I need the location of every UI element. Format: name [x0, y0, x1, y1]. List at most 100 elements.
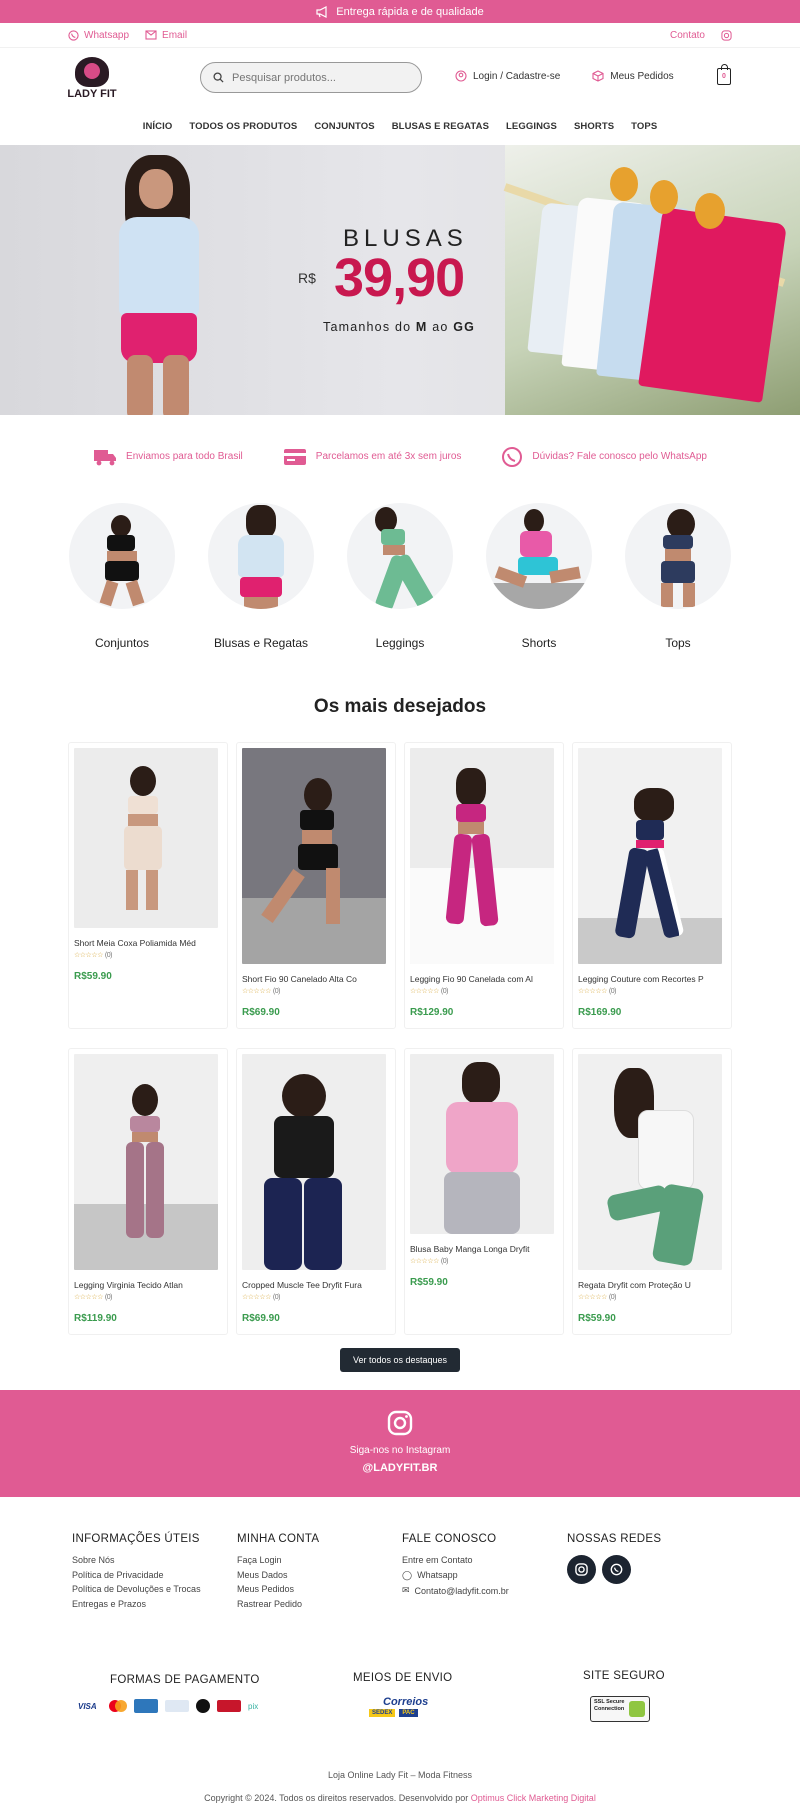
- product-grid-row-2: Legging Virginia Tecido Atlan ☆☆☆☆☆ (0) R…: [68, 1048, 732, 1335]
- product-price: R$59.90: [578, 1313, 616, 1324]
- search-input[interactable]: [232, 71, 402, 84]
- product-card[interactable]: Legging Virginia Tecido Atlan ☆☆☆☆☆ (0) R…: [68, 1048, 228, 1335]
- feature-shipping-text: Enviamos para todo Brasil: [126, 451, 243, 462]
- main-nav: INÍCIO TODOS OS PRODUTOS CONJUNTOS BLUSA…: [0, 108, 800, 145]
- whatsapp-icon: [502, 446, 523, 467]
- hero-price: 39,90: [334, 248, 465, 308]
- whatsapp-icon: ◯: [402, 1569, 413, 1580]
- product-card[interactable]: Regata Dryfit com Proteção U ☆☆☆☆☆ (0) R$…: [572, 1048, 732, 1335]
- footer-link[interactable]: Política de Devoluções e Trocas: [72, 1584, 237, 1594]
- product-name[interactable]: Legging Virginia Tecido Atlan: [74, 1280, 222, 1290]
- orders-label: Meus Pedidos: [610, 70, 674, 82]
- footer-whatsapp-link[interactable]: ◯ Whatsapp: [402, 1570, 567, 1581]
- login-link[interactable]: Login / Cadastre-se: [455, 70, 560, 82]
- category-tops[interactable]: Tops: [625, 503, 732, 663]
- category-shorts[interactable]: Shorts: [486, 503, 593, 663]
- nav-item-conjuntos[interactable]: CONJUNTOS: [314, 121, 374, 132]
- secure-title: SITE SEGURO: [583, 1670, 665, 1682]
- category-image: [347, 503, 453, 609]
- product-image: [242, 1054, 386, 1270]
- category-blusas[interactable]: Blusas e Regatas: [208, 503, 315, 663]
- nav-item-shorts[interactable]: SHORTS: [574, 121, 614, 132]
- cart-count: 0: [722, 73, 726, 80]
- product-image: [578, 748, 722, 964]
- product-name[interactable]: Short Fio 90 Canelado Alta Co: [242, 974, 390, 984]
- search-icon[interactable]: [213, 72, 224, 83]
- hipercard-icon: [217, 1700, 241, 1712]
- footer-link[interactable]: Meus Dados: [237, 1570, 402, 1580]
- nav-item-blusas[interactable]: BLUSAS E REGATAS: [392, 121, 489, 132]
- product-card[interactable]: Short Meia Coxa Poliamida Méd ☆☆☆☆☆ (0) R…: [68, 742, 228, 1029]
- product-price: R$69.90: [242, 1007, 280, 1018]
- product-rating: ☆☆☆☆☆ (0): [578, 988, 616, 995]
- category-leggings[interactable]: Leggings: [347, 503, 454, 663]
- product-name[interactable]: Regata Dryfit com Proteção U: [578, 1280, 726, 1290]
- product-name[interactable]: Blusa Baby Manga Longa Dryfit: [410, 1244, 558, 1254]
- user-icon: [455, 70, 467, 82]
- envelope-icon: ✉: [402, 1585, 410, 1595]
- whatsapp-social-button[interactable]: [602, 1555, 631, 1584]
- footer-email-link[interactable]: ✉ Contato@ladyfit.com.br: [402, 1585, 567, 1596]
- product-name[interactable]: Legging Fio 90 Canelada com Al: [410, 974, 558, 984]
- pix-icon: pix: [248, 1701, 259, 1711]
- product-card[interactable]: Short Fio 90 Canelado Alta Co ☆☆☆☆☆ (0) R…: [236, 742, 396, 1029]
- product-card[interactable]: Legging Fio 90 Canelada com Al ☆☆☆☆☆ (0) …: [404, 742, 564, 1029]
- footer-account-title: MINHA CONTA: [237, 1533, 320, 1545]
- product-image: [578, 1054, 722, 1270]
- product-image: [74, 748, 218, 928]
- instagram-social-button[interactable]: [567, 1555, 596, 1584]
- footer-link[interactable]: Entregas e Prazos: [72, 1599, 237, 1609]
- product-card[interactable]: Cropped Muscle Tee Dryfit Fura ☆☆☆☆☆ (0) …: [236, 1048, 396, 1335]
- instagram-handle[interactable]: @LADYFIT.BR: [0, 1462, 800, 1474]
- footer-link[interactable]: Sobre Nós: [72, 1555, 237, 1565]
- footer-link[interactable]: Entre em Contato: [402, 1555, 567, 1565]
- diners-icon: [165, 1700, 189, 1712]
- orders-link[interactable]: Meus Pedidos: [592, 70, 674, 82]
- footer-info: INFORMAÇÕES ÚTEIS Sobre Nós Política de …: [72, 1533, 237, 1613]
- view-all-featured-button[interactable]: Ver todos os destaques: [340, 1348, 460, 1372]
- contact-bar: Whatsapp Email Contato: [0, 23, 800, 48]
- footer-link[interactable]: Meus Pedidos: [237, 1584, 402, 1594]
- footer-link[interactable]: Rastrear Pedido: [237, 1599, 402, 1609]
- payment-title: FORMAS DE PAGAMENTO: [110, 1674, 260, 1686]
- footer-link[interactable]: Faça Login: [237, 1555, 402, 1565]
- nav-item-leggings[interactable]: LEGGINGS: [506, 121, 557, 132]
- credit-card-icon: [283, 448, 306, 465]
- product-card[interactable]: Blusa Baby Manga Longa Dryfit ☆☆☆☆☆ (0) R…: [404, 1048, 564, 1335]
- footer-copyright: Loja Online Lady Fit – Moda Fitness Copy…: [0, 1764, 800, 1810]
- mastercard-icon: [107, 1700, 127, 1712]
- instagram-icon[interactable]: [721, 29, 732, 41]
- whatsapp-link[interactable]: Whatsapp: [68, 30, 129, 41]
- nav-item-todos[interactable]: TODOS OS PRODUTOS: [189, 121, 297, 132]
- cart-button[interactable]: 0: [717, 64, 731, 85]
- product-card[interactable]: Legging Couture com Recortes P ☆☆☆☆☆ (0) …: [572, 742, 732, 1029]
- announcement-bar: Entrega rápida e de qualidade: [0, 0, 800, 23]
- product-rating: ☆☆☆☆☆ (0): [410, 1258, 448, 1265]
- product-rating: ☆☆☆☆☆ (0): [410, 988, 448, 995]
- category-label: Blusas e Regatas: [213, 636, 309, 650]
- hero-clothes-rack-image: [503, 145, 800, 415]
- instagram-banner[interactable]: Siga-nos no Instagram @LADYFIT.BR: [0, 1390, 800, 1497]
- logo-mark: [75, 56, 109, 87]
- product-rating: ☆☆☆☆☆ (0): [242, 1294, 280, 1301]
- product-name[interactable]: Short Meia Coxa Poliamida Méd: [74, 938, 222, 948]
- product-name[interactable]: Legging Couture com Recortes P: [578, 974, 726, 984]
- developer-link[interactable]: Optimus Click Marketing Digital: [471, 1793, 596, 1803]
- elo-icon: [196, 1699, 210, 1713]
- nav-item-tops[interactable]: TOPS: [631, 121, 657, 132]
- nav-item-inicio[interactable]: INÍCIO: [143, 121, 173, 132]
- instagram-icon: [387, 1410, 413, 1436]
- logo[interactable]: LADY FIT: [67, 52, 117, 104]
- footer-social: NOSSAS REDES: [567, 1533, 732, 1613]
- product-name[interactable]: Cropped Muscle Tee Dryfit Fura: [242, 1280, 390, 1290]
- search-bar: [200, 62, 422, 93]
- product-rating: ☆☆☆☆☆ (0): [74, 952, 112, 959]
- email-link[interactable]: Email: [145, 30, 187, 41]
- feature-whatsapp[interactable]: Dúvidas? Fale conosco pelo WhatsApp: [501, 446, 707, 468]
- category-label: Shorts: [521, 636, 557, 650]
- contact-link[interactable]: Contato: [670, 30, 705, 41]
- footer-link[interactable]: Política de Privacidade: [72, 1570, 237, 1580]
- category-conjuntos[interactable]: Conjuntos: [69, 503, 176, 663]
- hero-banner[interactable]: BLUSAS R$ 39,90 Tamanhos do M ao GG: [0, 145, 800, 415]
- product-price: R$59.90: [74, 971, 112, 982]
